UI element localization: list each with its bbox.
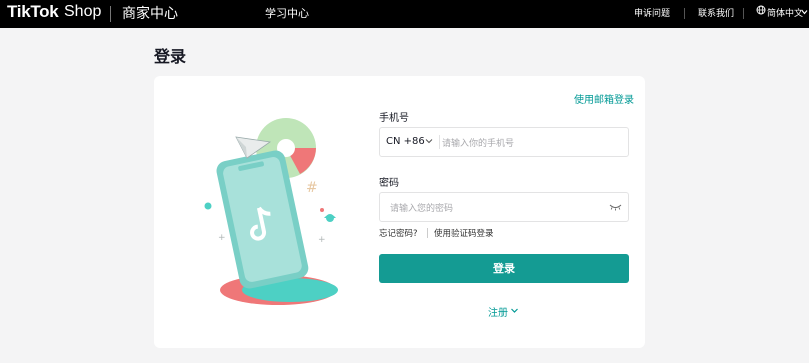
phone-field[interactable]: CN +86 请输入你的手机号 bbox=[379, 127, 629, 157]
globe-icon[interactable] bbox=[756, 5, 766, 15]
email-login-link[interactable]: 使用邮箱登录 bbox=[574, 91, 634, 106]
phone-input[interactable]: 请输入你的手机号 bbox=[442, 136, 514, 149]
svg-text:+: + bbox=[218, 233, 226, 243]
country-code-select[interactable]: CN +86 bbox=[386, 136, 425, 147]
code-login-link[interactable]: 使用验证码登录 bbox=[434, 227, 494, 239]
brand-divider bbox=[110, 6, 111, 22]
forgot-password-link[interactable]: 忘记密码? bbox=[379, 227, 418, 239]
password-label: 密码 bbox=[379, 178, 399, 189]
brand-logo[interactable]: TikTok bbox=[7, 2, 59, 22]
eye-closed-icon[interactable] bbox=[609, 203, 622, 211]
nav-appeal-link[interactable]: 申诉问题 bbox=[634, 6, 670, 19]
svg-text:#: # bbox=[306, 180, 318, 196]
chevron-down-icon[interactable] bbox=[510, 306, 519, 315]
password-field[interactable]: 请输入您的密码 bbox=[379, 192, 629, 222]
divider bbox=[743, 8, 744, 19]
chevron-down-icon[interactable] bbox=[425, 137, 433, 145]
phone-label: 手机号 bbox=[379, 113, 409, 124]
top-navigation-bar: TikTok Shop 商家中心 学习中心 申诉问题 联系我们 简体中文 bbox=[0, 0, 809, 28]
divider bbox=[427, 228, 428, 238]
divider bbox=[684, 8, 685, 19]
brand-shop-label[interactable]: Shop bbox=[64, 3, 101, 21]
password-input[interactable]: 请输入您的密码 bbox=[390, 201, 453, 214]
svg-text:+: + bbox=[318, 235, 326, 245]
language-selector[interactable]: 简体中文 bbox=[767, 6, 803, 19]
phone-illustration: # + + bbox=[204, 118, 338, 305]
nav-learning-center[interactable]: 学习中心 bbox=[265, 5, 309, 21]
register-link[interactable]: 注册 bbox=[488, 304, 508, 319]
merchant-center-label: 商家中心 bbox=[122, 6, 178, 22]
divider bbox=[439, 135, 440, 149]
nav-contact-link[interactable]: 联系我们 bbox=[698, 6, 734, 19]
page-title: 登录 bbox=[154, 47, 187, 66]
chevron-down-icon[interactable] bbox=[801, 9, 808, 15]
login-button[interactable]: 登录 bbox=[379, 254, 629, 283]
